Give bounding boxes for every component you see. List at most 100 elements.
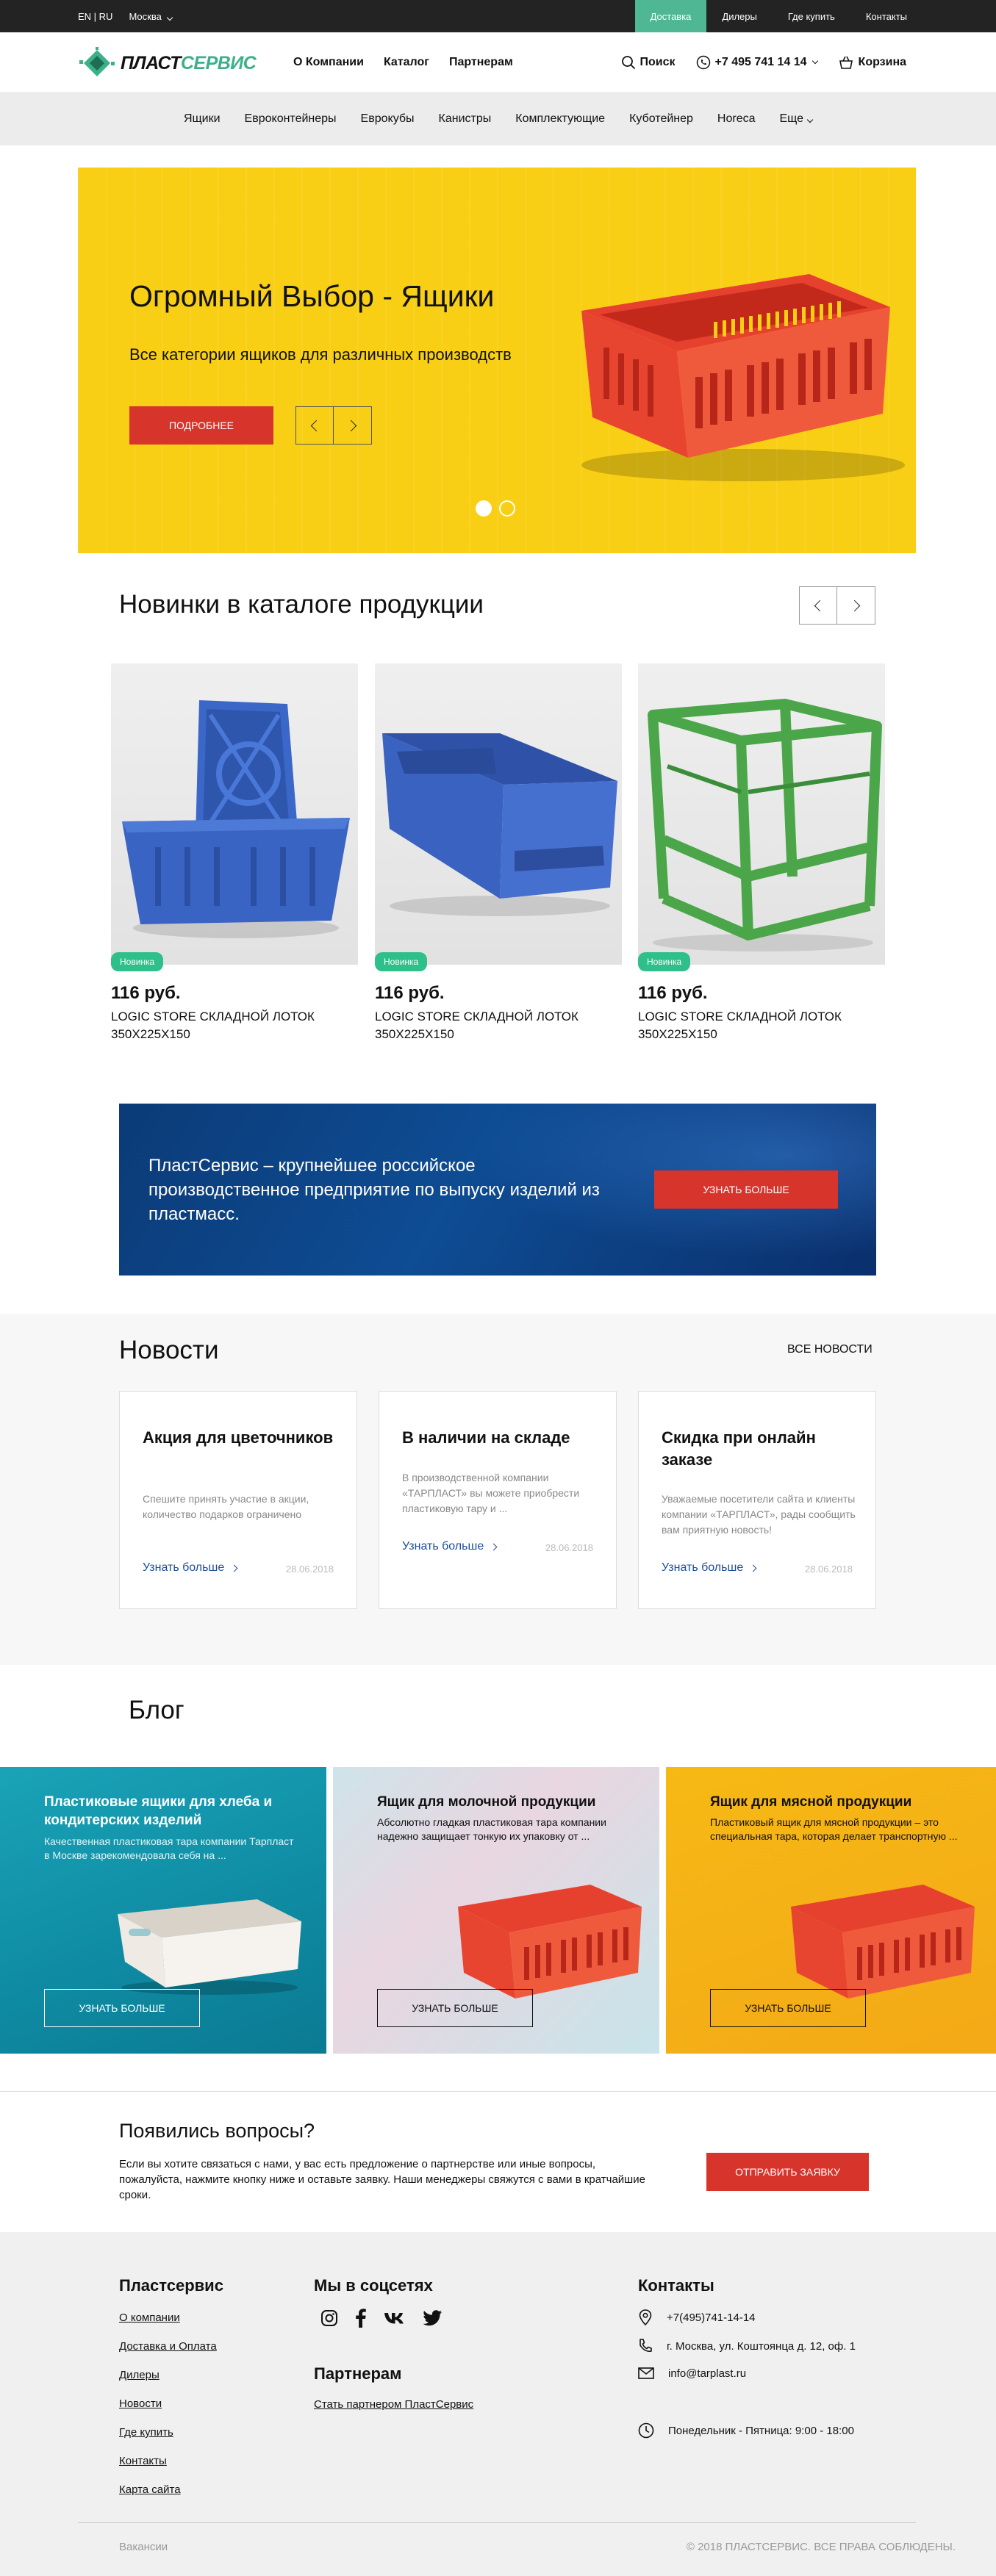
chevron-right-icon xyxy=(230,1564,238,1572)
cart-button[interactable]: Корзина xyxy=(838,55,906,70)
footer-link-become-partner[interactable]: Стать партнером ПластСервис xyxy=(314,2398,473,2411)
red-crate-image xyxy=(581,274,905,481)
instagram-icon[interactable] xyxy=(320,2309,338,2331)
hero-dot-1[interactable] xyxy=(476,500,492,517)
category-eurocubes[interactable]: Еврокубы xyxy=(361,112,415,126)
footer-phone[interactable]: +7(495)741-14-14 xyxy=(638,2309,756,2325)
logo-mark-icon xyxy=(78,47,116,79)
category-more-label: Еще xyxy=(779,112,804,125)
news-card[interactable]: Скидка при онлайн заказе Уважаемые посет… xyxy=(638,1391,876,1609)
logo-text-1: ПЛАСТ xyxy=(121,52,181,73)
footer-link-contacts[interactable]: Контакты xyxy=(119,2455,167,2467)
footer-link-where-to-buy[interactable]: Где купить xyxy=(119,2426,173,2439)
product-card[interactable]: Новинка 116 руб. LOGIC STORE СКЛАДНОЙ ЛО… xyxy=(638,663,885,1043)
topbar-link-dealers[interactable]: Дилеры xyxy=(706,0,772,32)
category-boxes[interactable]: Ящики xyxy=(184,112,221,126)
category-cubotainer[interactable]: Куботейнер xyxy=(629,112,693,126)
logo-text-2: СЕРВИС xyxy=(180,52,257,73)
blog-more-button[interactable]: Узнать больше xyxy=(710,1989,866,2027)
product-name[interactable]: LOGIC STORE СКЛАДНОЙ ЛОТОК 350Х225Х150 xyxy=(638,1008,885,1043)
products-prev-button[interactable] xyxy=(799,586,837,625)
vk-icon[interactable] xyxy=(384,2311,406,2328)
blog-more-button[interactable]: Узнать больше xyxy=(377,1989,533,2027)
search-button[interactable]: Поиск xyxy=(621,55,676,70)
product-name[interactable]: LOGIC STORE СКЛАДНОЙ ЛОТОК 350Х225Х150 xyxy=(111,1008,358,1043)
footer-email[interactable]: info@tarplast.ru xyxy=(638,2367,746,2380)
category-bar: Ящики Евроконтейнеры Еврокубы Канистры К… xyxy=(0,93,996,145)
news-card[interactable]: В наличии на складе В производственной к… xyxy=(379,1391,617,1609)
footer-link-sitemap[interactable]: Карта сайта xyxy=(119,2483,181,2496)
category-canisters[interactable]: Канистры xyxy=(439,112,492,126)
chevron-right-icon xyxy=(749,1564,757,1572)
twitter-icon[interactable] xyxy=(423,2310,443,2330)
footer-link-about[interactable]: О компании xyxy=(119,2311,180,2324)
news-more-link[interactable]: Узнать больше xyxy=(402,1540,498,1553)
hero-pagination xyxy=(476,500,515,517)
product-image xyxy=(111,663,358,965)
logo[interactable]: ПЛАСТСЕРВИС xyxy=(78,47,257,79)
nav-about[interactable]: О Компании xyxy=(293,56,364,69)
new-badge: Новинка xyxy=(375,952,428,971)
topbar-link-where-to-buy[interactable]: Где купить xyxy=(773,0,850,32)
product-image xyxy=(638,663,885,965)
product-image xyxy=(375,663,622,965)
product-name[interactable]: LOGIC STORE СКЛАДНОЙ ЛОТОК 350Х225Х150 xyxy=(375,1008,622,1043)
news-more-label: Узнать больше xyxy=(662,1561,744,1574)
nav-partners[interactable]: Партнерам xyxy=(449,56,513,69)
blog-card[interactable]: Ящик для мясной продукции Пластиковый ящ… xyxy=(666,1767,996,2054)
language-switch[interactable]: EN | RU xyxy=(78,11,112,22)
city-label: Москва xyxy=(129,10,162,22)
nav-catalog[interactable]: Каталог xyxy=(384,56,429,69)
hero-title: Огромный Выбор - Ящики xyxy=(129,279,495,313)
hero-subtitle: Все категории ящиков для различных произ… xyxy=(129,345,512,364)
product-card[interactable]: Новинка 116 руб. LOGIC STORE СКЛАДНОЙ ЛО… xyxy=(111,663,358,1043)
questions-text: Если вы хотите связаться с нами, у вас е… xyxy=(119,2158,645,2201)
category-components[interactable]: Комплектующие xyxy=(515,112,605,126)
topbar-link-contacts[interactable]: Контакты xyxy=(850,0,922,32)
green-frame-icon xyxy=(648,699,882,951)
footer-link-delivery[interactable]: Доставка и Оплата xyxy=(119,2340,217,2353)
news-date: 28.06.2018 xyxy=(285,1564,334,1575)
footer-link-dealers[interactable]: Дилеры xyxy=(119,2369,160,2381)
news-card[interactable]: Акция для цветочников Спешите принять уч… xyxy=(119,1391,357,1609)
blog-card-text: Пластиковый ящик для мясной продукции – … xyxy=(710,1816,958,1842)
city-selector[interactable]: Москва xyxy=(129,10,173,22)
chevron-down-icon xyxy=(806,116,814,123)
phone-dropdown[interactable]: +7 495 741 14 14 xyxy=(696,55,818,70)
news-more-link[interactable]: Узнать больше xyxy=(143,1561,238,1575)
blog-card-text: Абсолютно гладкая пластиковая тара компа… xyxy=(377,1816,606,1842)
product-card[interactable]: Новинка 116 руб. LOGIC STORE СКЛАДНОЙ ЛО… xyxy=(375,663,622,1043)
footer-partners-title: Партнерам xyxy=(314,2364,402,2383)
category-more[interactable]: Еще xyxy=(779,112,814,126)
footer-link-news[interactable]: Новости xyxy=(119,2397,162,2410)
footer-phone-text: +7(495)741-14-14 xyxy=(667,2311,756,2324)
phone-number: +7 495 741 14 14 xyxy=(714,56,807,68)
hero-next-button[interactable] xyxy=(334,406,372,445)
topbar-link-delivery[interactable]: Доставка xyxy=(634,0,707,32)
news-card-text: В производственной компании «ТАРПЛАСТ» в… xyxy=(402,1472,580,1514)
footer-vacancies-link[interactable]: Вакансии xyxy=(119,2541,168,2553)
all-news-link[interactable]: ВСЕ НОВОСТИ xyxy=(787,1343,873,1356)
hero-dot-2[interactable] xyxy=(499,500,515,517)
facebook-icon[interactable] xyxy=(356,2309,366,2331)
products-next-button[interactable] xyxy=(837,586,875,625)
category-horeca[interactable]: Horeca xyxy=(717,112,756,126)
hero-prev-button[interactable] xyxy=(295,406,334,445)
blog-card[interactable]: Ящик для молочной продукции Абсолютно гл… xyxy=(333,1767,659,2054)
footer: Пластсервис О компании Доставка и Оплата… xyxy=(0,2232,996,2576)
questions-title: Появились вопросы? xyxy=(119,2120,315,2142)
blog-card[interactable]: Пластиковые ящики для хлеба и кондитерск… xyxy=(0,1767,326,2054)
footer-hours-text: Понедельник - Пятница: 9:00 - 18:00 xyxy=(668,2424,854,2437)
news-more-link[interactable]: Узнать больше xyxy=(662,1561,757,1575)
hero-more-button[interactable]: Подробнее xyxy=(129,406,273,445)
send-request-button[interactable]: Отправить заявку xyxy=(706,2153,869,2191)
cart-icon xyxy=(839,56,853,69)
footer-email-text: info@tarplast.ru xyxy=(668,2367,747,2380)
search-icon xyxy=(621,56,635,70)
blog-title: Блог xyxy=(129,1696,184,1724)
category-eurocontainers[interactable]: Евроконтейнеры xyxy=(245,112,337,126)
promo-more-button[interactable]: Узнать больше xyxy=(654,1170,838,1209)
blog-more-button[interactable]: Узнать больше xyxy=(44,1989,200,2027)
news-more-label: Узнать больше xyxy=(402,1540,484,1553)
product-price: 116 руб. xyxy=(638,983,708,1003)
